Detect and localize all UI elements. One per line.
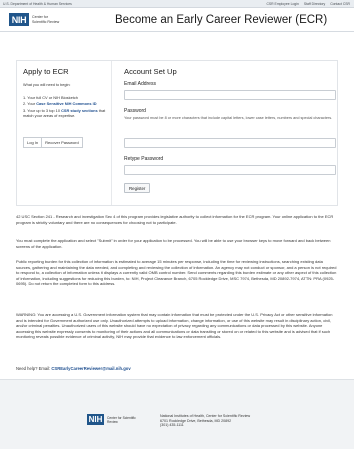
need-help: Need help? Email: CSREarlyCareerReviewer… [16,366,131,371]
password-requirements: Your password must be 8 or more characte… [124,116,333,120]
account-setup-heading: Account Set Up [124,67,177,76]
utility-links: CSR Employee Login Staff Directory Conta… [262,2,350,6]
retype-password-label: Retype Password [124,156,164,162]
hhs-link[interactable]: U.S. Department of Health & Human Servic… [3,2,72,6]
requirement-item: 1. Your full CV or NIH Biosketch [23,95,78,100]
retype-password-field[interactable] [124,165,336,175]
panel-divider [111,61,112,205]
password-field[interactable] [124,138,336,148]
footer-logo[interactable]: NIH Center for Scientific Review [87,414,137,425]
help-email-link[interactable]: CSREarlyCareerReviewer@mail.nih.gov [51,366,130,371]
submission-instructions: You must complete the application and se… [16,238,331,249]
site-header: NIH Center for Scientific Review Become … [0,8,354,32]
footer-phone: (301) 435-1111 [160,423,184,428]
staff-directory-link[interactable]: Staff Directory [304,2,325,6]
requirement-item: 3. Your up to 3 top 10 CSR study section… [23,107,106,119]
burden-statement: Public reporting burden for this collect… [16,259,337,287]
nih-csr-logo[interactable]: NIH Center for Scientific Review [9,11,62,28]
page-title: Become an Early Career Reviewer (ECR) [115,14,328,26]
register-button[interactable]: Register [124,183,151,193]
footer-logo-subtitle: Center for Scientific Review [107,415,136,424]
footer-nih-logo-mark: NIH [87,414,104,425]
application-panel: Apply to ECR What you will need to begin… [16,60,338,206]
auth-tabs: Log In Recover Password [23,137,83,148]
apply-heading: Apply to ECR [23,67,69,76]
security-warning: WARNING: You are accessing a U.S. Govern… [16,312,333,340]
commons-id-link[interactable]: Case Sensitive NIH Commons ID [36,101,96,106]
email-label: Email Address [124,81,156,87]
authority-statement: 42 USC Section 241 - Research and invest… [16,214,334,225]
requirement-item: 2. Your Case Sensitive NIH Commons ID [23,101,97,107]
contact-csr-link[interactable]: Contact CSR [330,2,350,6]
login-tab[interactable]: Log In [23,137,43,148]
study-sections-link[interactable]: CSR study sections [61,108,98,113]
password-label: Password [124,108,146,114]
site-footer: NIH Center for Scientific Review Nationa… [0,379,354,449]
footer-address-line: National Institutes of Health, Center fo… [160,414,251,418]
apply-intro: What you will need to begin: [23,83,71,87]
logo-subtitle: Center for Scientific Review [32,15,60,24]
recover-password-tab[interactable]: Recover Password [41,137,83,148]
footer-address: National Institutes of Health, Center fo… [160,414,250,428]
need-help-label: Need help? Email: [16,366,51,371]
csr-employee-login-link[interactable]: CSR Employee Login [266,2,298,6]
email-field[interactable] [124,90,336,100]
requirements-list: 1. Your full CV or NIH Biosketch 2. Your… [23,95,109,120]
nih-logo-mark: NIH [9,13,29,26]
top-utility-bar: U.S. Department of Health & Human Servic… [0,0,354,8]
